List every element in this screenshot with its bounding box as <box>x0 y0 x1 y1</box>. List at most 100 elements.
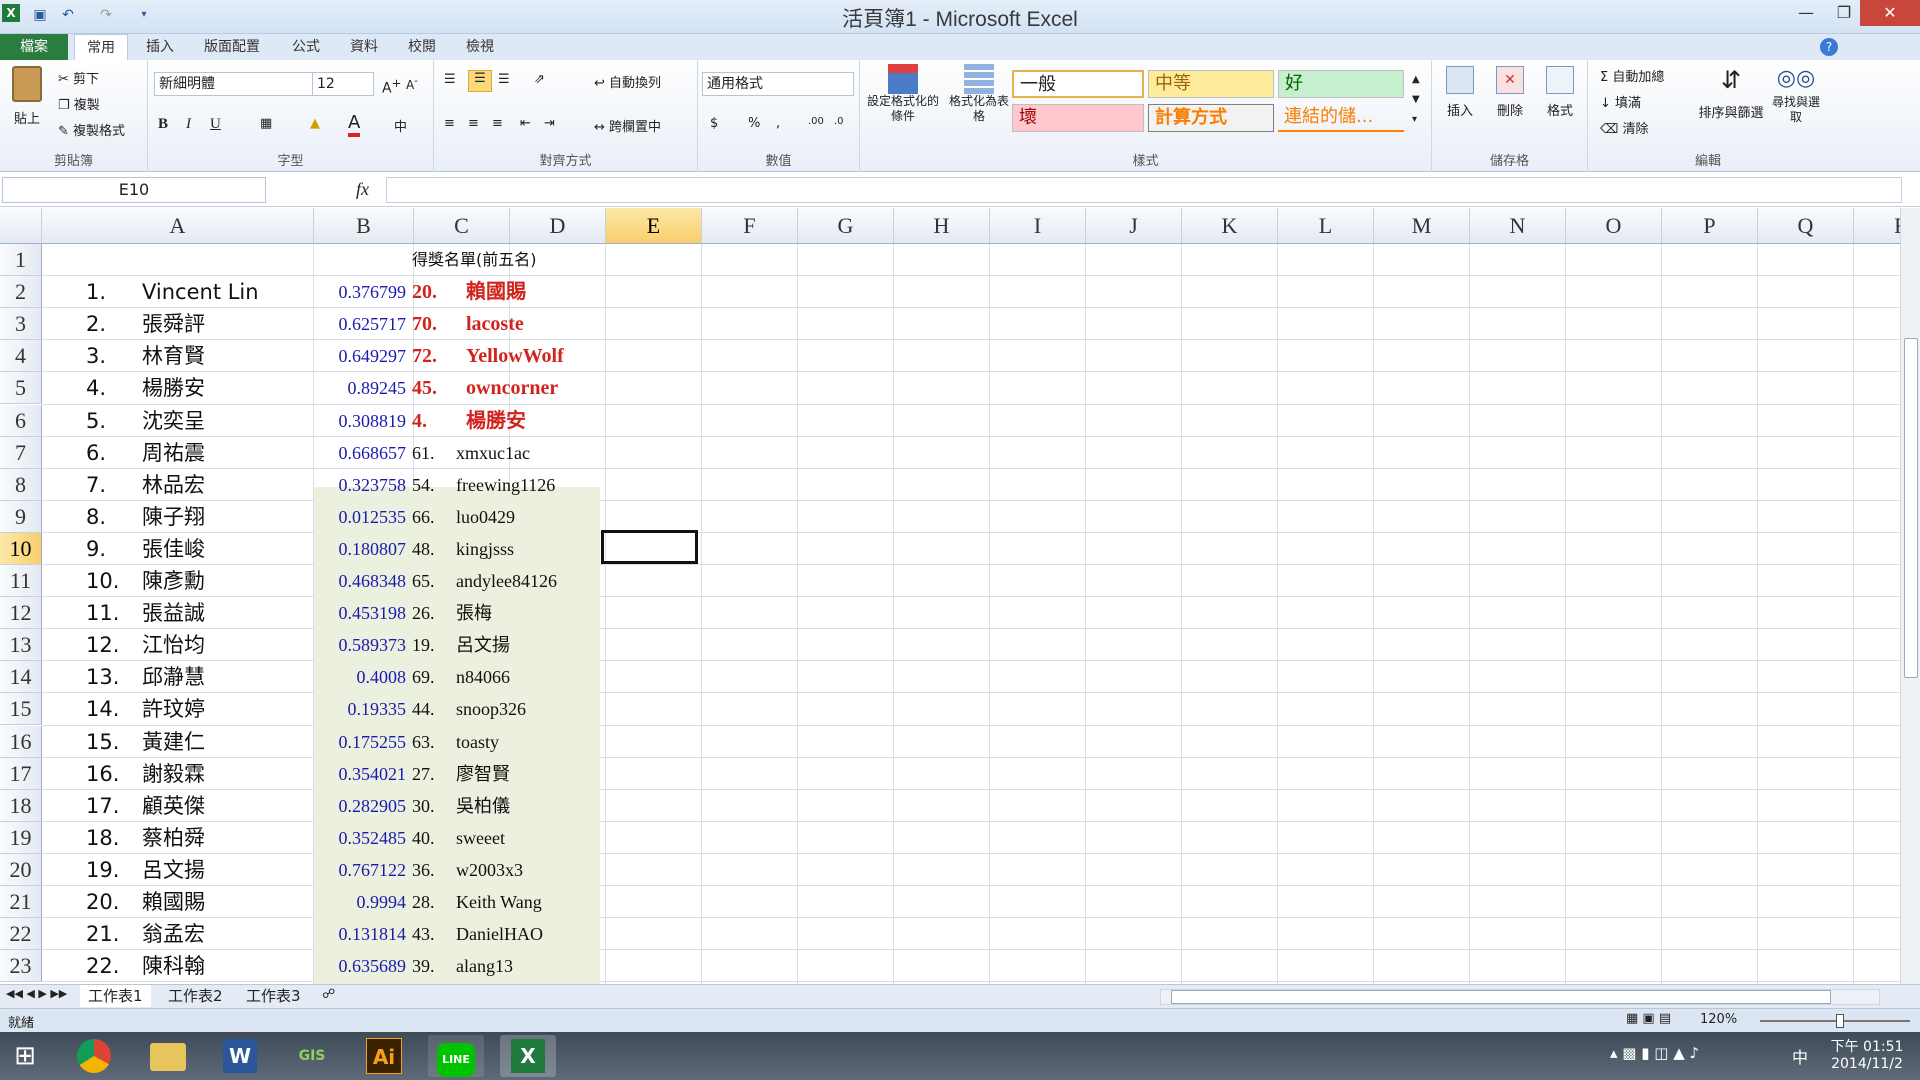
cell-c-name[interactable]: snoop326 <box>456 693 596 725</box>
style-good[interactable]: 好 <box>1278 70 1404 98</box>
cell-c-name[interactable]: DanielHAO <box>456 918 596 950</box>
tab-data[interactable]: 資料 <box>338 34 390 60</box>
align-left-icon[interactable]: ≡ <box>444 116 455 131</box>
cell-b-value[interactable]: 0.131814 <box>314 918 407 950</box>
cell-c-number[interactable]: 54. <box>412 469 462 501</box>
cell-a-name[interactable]: 顧英傑 <box>142 790 302 822</box>
wrap-text-button[interactable]: ↩ 自動換列 <box>594 72 661 91</box>
cell-a-name[interactable]: 林品宏 <box>142 469 302 501</box>
cell-a-number[interactable]: 13. <box>86 661 126 693</box>
cell-b-value[interactable]: 0.180807 <box>314 533 407 565</box>
cell-c-number[interactable]: 72. <box>412 340 462 372</box>
column-header-g[interactable]: G <box>798 208 894 244</box>
column-header-o[interactable]: O <box>1566 208 1662 244</box>
cell-c-number[interactable]: 43. <box>412 918 462 950</box>
cell-c-number[interactable]: 36. <box>412 854 462 886</box>
cell-c-name[interactable]: alang13 <box>456 950 596 982</box>
align-center-icon[interactable]: ≡ <box>468 116 479 131</box>
cell-a-number[interactable]: 12. <box>86 629 126 661</box>
zoom-thumb[interactable] <box>1836 1014 1844 1028</box>
style-linked-cell[interactable]: 連結的儲... <box>1278 104 1404 132</box>
row-header-4[interactable]: 4 <box>0 340 42 373</box>
fx-icon[interactable]: fx <box>356 179 369 200</box>
column-header-a[interactable]: A <box>42 208 314 244</box>
row-header-2[interactable]: 2 <box>0 276 42 309</box>
tab-home[interactable]: 常用 <box>74 34 128 61</box>
row-header-19[interactable]: 19 <box>0 821 42 854</box>
row-header-21[interactable]: 21 <box>0 886 42 919</box>
cell-c-number[interactable]: 30. <box>412 790 462 822</box>
underline-icon[interactable]: U <box>210 116 221 133</box>
cell-a-name[interactable]: 蔡柏舜 <box>142 822 302 854</box>
style-bad[interactable]: 壞 <box>1012 104 1144 132</box>
row-header-13[interactable]: 13 <box>0 629 42 662</box>
cell-a-number[interactable]: 4. <box>86 372 126 404</box>
word-icon[interactable]: W <box>212 1035 268 1077</box>
tab-file[interactable]: 檔案 <box>0 34 68 60</box>
column-header-p[interactable]: P <box>1662 208 1758 244</box>
cell-c-name[interactable]: sweeet <box>456 822 596 854</box>
tab-view[interactable]: 檢視 <box>454 34 506 60</box>
column-header-l[interactable]: L <box>1278 208 1374 244</box>
cell-c-number[interactable]: 19. <box>412 629 462 661</box>
cell-b-value[interactable]: 0.175255 <box>314 726 407 758</box>
cell-c-number[interactable]: 63. <box>412 726 462 758</box>
cell-c-name[interactable]: 吳柏儀 <box>456 790 596 822</box>
h-scroll-thumb[interactable] <box>1171 990 1831 1004</box>
row-header-18[interactable]: 18 <box>0 789 42 822</box>
cell-a-number[interactable]: 16. <box>86 758 126 790</box>
column-header-c[interactable]: C <box>414 208 510 244</box>
cell-a-name[interactable]: Vincent Lin <box>142 276 302 308</box>
comma-icon[interactable]: , <box>776 116 780 131</box>
file-explorer-icon[interactable] <box>140 1035 196 1077</box>
cell-b-value[interactable]: 0.308819 <box>314 405 407 437</box>
cell-a-number[interactable]: 22. <box>86 950 126 982</box>
cell-a-name[interactable]: 林育賢 <box>142 340 302 372</box>
row-header-6[interactable]: 6 <box>0 404 42 437</box>
bold-icon[interactable]: B <box>158 116 168 133</box>
decrease-indent-icon[interactable]: ⇤ <box>520 116 531 131</box>
scroll-thumb[interactable] <box>1904 338 1918 678</box>
sort-filter-button[interactable]: ⇵ 排序與篩選 <box>1698 66 1764 121</box>
autosum-button[interactable]: Σ 自動加總 <box>1600 66 1664 85</box>
column-header-q[interactable]: Q <box>1758 208 1854 244</box>
row-header-17[interactable]: 17 <box>0 757 42 790</box>
zoom-slider[interactable] <box>1760 1014 1910 1028</box>
row-header-12[interactable]: 12 <box>0 597 42 630</box>
fill-button[interactable]: ↓ 填滿 <box>1600 92 1641 111</box>
column-header-h[interactable]: H <box>894 208 990 244</box>
help-icon[interactable]: ? <box>1820 38 1838 56</box>
cell-b-value[interactable]: 0.9994 <box>314 886 407 918</box>
cell-b-value[interactable]: 0.589373 <box>314 629 407 661</box>
vertical-scrollbar[interactable] <box>1900 208 1920 984</box>
clock-time[interactable]: 下午 01:51 <box>1822 1036 1912 1056</box>
font-size-select[interactable]: 12 <box>312 72 374 96</box>
cell-a-number[interactable]: 5. <box>86 405 126 437</box>
tray-icons[interactable]: ▴ ▩ ▮ ◫ ▲ ♪ <box>1610 1044 1699 1062</box>
cell-c-number[interactable]: 61. <box>412 437 462 469</box>
cell-a-number[interactable]: 20. <box>86 886 126 918</box>
cell-c-name[interactable]: YellowWolf <box>466 340 606 372</box>
row-header-7[interactable]: 7 <box>0 436 42 469</box>
cell-b-value[interactable]: 0.635689 <box>314 950 407 982</box>
cell-b-value[interactable]: 0.354021 <box>314 758 407 790</box>
row-header-20[interactable]: 20 <box>0 853 42 886</box>
row-header-15[interactable]: 15 <box>0 693 42 726</box>
cell-c-number[interactable]: 28. <box>412 886 462 918</box>
cell-c-number[interactable]: 26. <box>412 597 462 629</box>
cell-c-name[interactable]: andylee84126 <box>456 565 596 597</box>
sheet-nav-icons[interactable]: ◀◀ ◀ ▶ ▶▶ <box>6 987 67 1000</box>
cell-a-name[interactable]: 張舜評 <box>142 308 302 340</box>
cell-c-number[interactable]: 20. <box>412 276 462 308</box>
cell-b-value[interactable]: 0.767122 <box>314 854 407 886</box>
cell-a-name[interactable]: 呂文揚 <box>142 854 302 886</box>
column-header-d[interactable]: D <box>510 208 606 244</box>
cell-b-value[interactable]: 0.19335 <box>314 693 407 725</box>
cell-a-number[interactable]: 9. <box>86 533 126 565</box>
clear-button[interactable]: ⌫ 清除 <box>1600 118 1649 137</box>
cell-a-number[interactable]: 18. <box>86 822 126 854</box>
grow-font-icon[interactable]: A+ <box>382 76 401 97</box>
paste-button[interactable]: 貼上 <box>6 66 48 127</box>
column-header-i[interactable]: I <box>990 208 1086 244</box>
styles-scroll-icon[interactable]: ▲ ▼ ▾ <box>1412 70 1420 130</box>
